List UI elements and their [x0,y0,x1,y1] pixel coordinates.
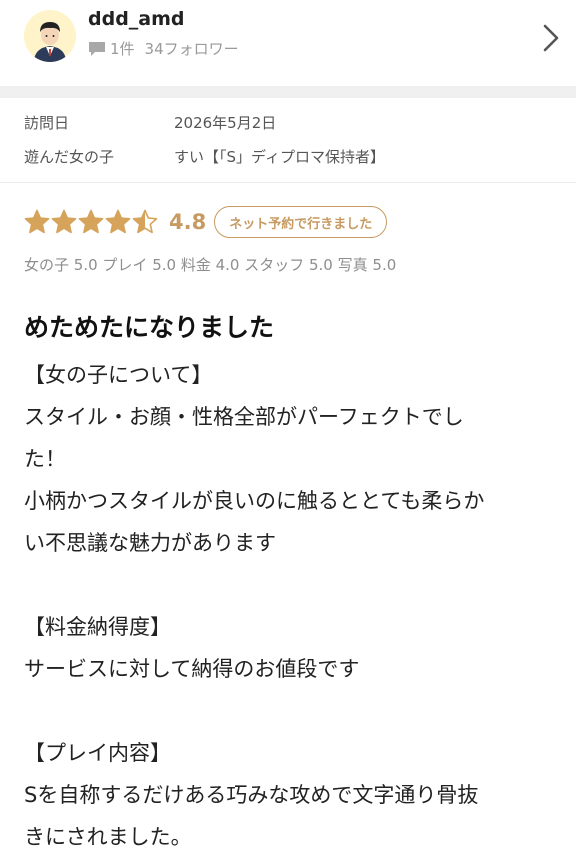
sub-rating-value: 5.0 [152,256,181,274]
profile-meta: 1件 34フォロワー [88,38,239,59]
section-divider [0,86,576,98]
username[interactable]: ddd_amd [88,8,185,30]
sub-rating-value: 5.0 [372,256,397,274]
comment-icon [89,41,105,56]
sub-rating-label: 写真 [337,256,373,274]
sub-ratings: 女の子 5.0 プレイ 5.0 料金 4.0 スタッフ 5.0 写真 5.0 [24,254,396,275]
rating-summary: 4.8 ネット予約で行きました [24,204,388,240]
star-full-icon [24,209,50,234]
review-title: めためたになりました [24,313,275,342]
visit-date-label: 訪問日 [24,114,70,132]
review-line: 小柄かつスタイルが良いのに触るととても柔らか [24,489,485,513]
star-half-icon [132,209,158,234]
review-count: 1件 [110,40,135,58]
follower-count[interactable]: 34フォロワー [145,38,239,59]
divider-line [0,182,576,183]
visit-date-value: 2026年5月2日 [174,114,277,132]
sub-rating-value: 5.0 [73,256,103,274]
sub-rating-value: 4.0 [215,256,245,274]
sub-rating-label: 料金 [180,256,216,274]
review-line: い不思議な魅力があります [24,531,276,555]
review-line: 【料金納得度】 [24,615,171,639]
star-rating [24,209,159,235]
star-full-icon [78,209,104,234]
sub-rating-label: 女の子 [24,256,74,274]
review-line: スタイル・お顔・性格全部がパーフェクトでし [24,405,464,429]
user-avatar[interactable] [24,10,76,62]
star-full-icon [105,209,131,234]
chevron-right-icon[interactable] [540,22,562,54]
review-line: 【女の子について】 [24,363,213,387]
review-line: Sを自称するだけある巧みな攻めで文字通り骨抜 [24,783,479,807]
review-line: た！ [24,447,66,471]
net-reservation-badge: ネット予約で行きました [214,206,388,238]
sub-rating-label: プレイ [102,256,153,274]
review-line: 【プレイ内容】 [24,741,171,765]
rating-score: 4.8 [169,210,207,234]
visited-girl-label: 遊んだ女の子 [24,148,115,166]
sub-rating-value: 5.0 [309,256,338,274]
profile-header[interactable]: ddd_amd 1件 34フォロワー [0,0,576,86]
star-full-icon [51,209,77,234]
review-body: 【女の子について】スタイル・お顔・性格全部がパーフェクトでし た！ 小柄かつスタイル… [24,354,554,858]
visited-girl-value[interactable]: すい【「S」ディプロマ保持者】 [174,146,385,167]
sub-rating-label: スタッフ [244,256,309,274]
review-line: サービスに対して納得のお値段です [24,657,360,681]
